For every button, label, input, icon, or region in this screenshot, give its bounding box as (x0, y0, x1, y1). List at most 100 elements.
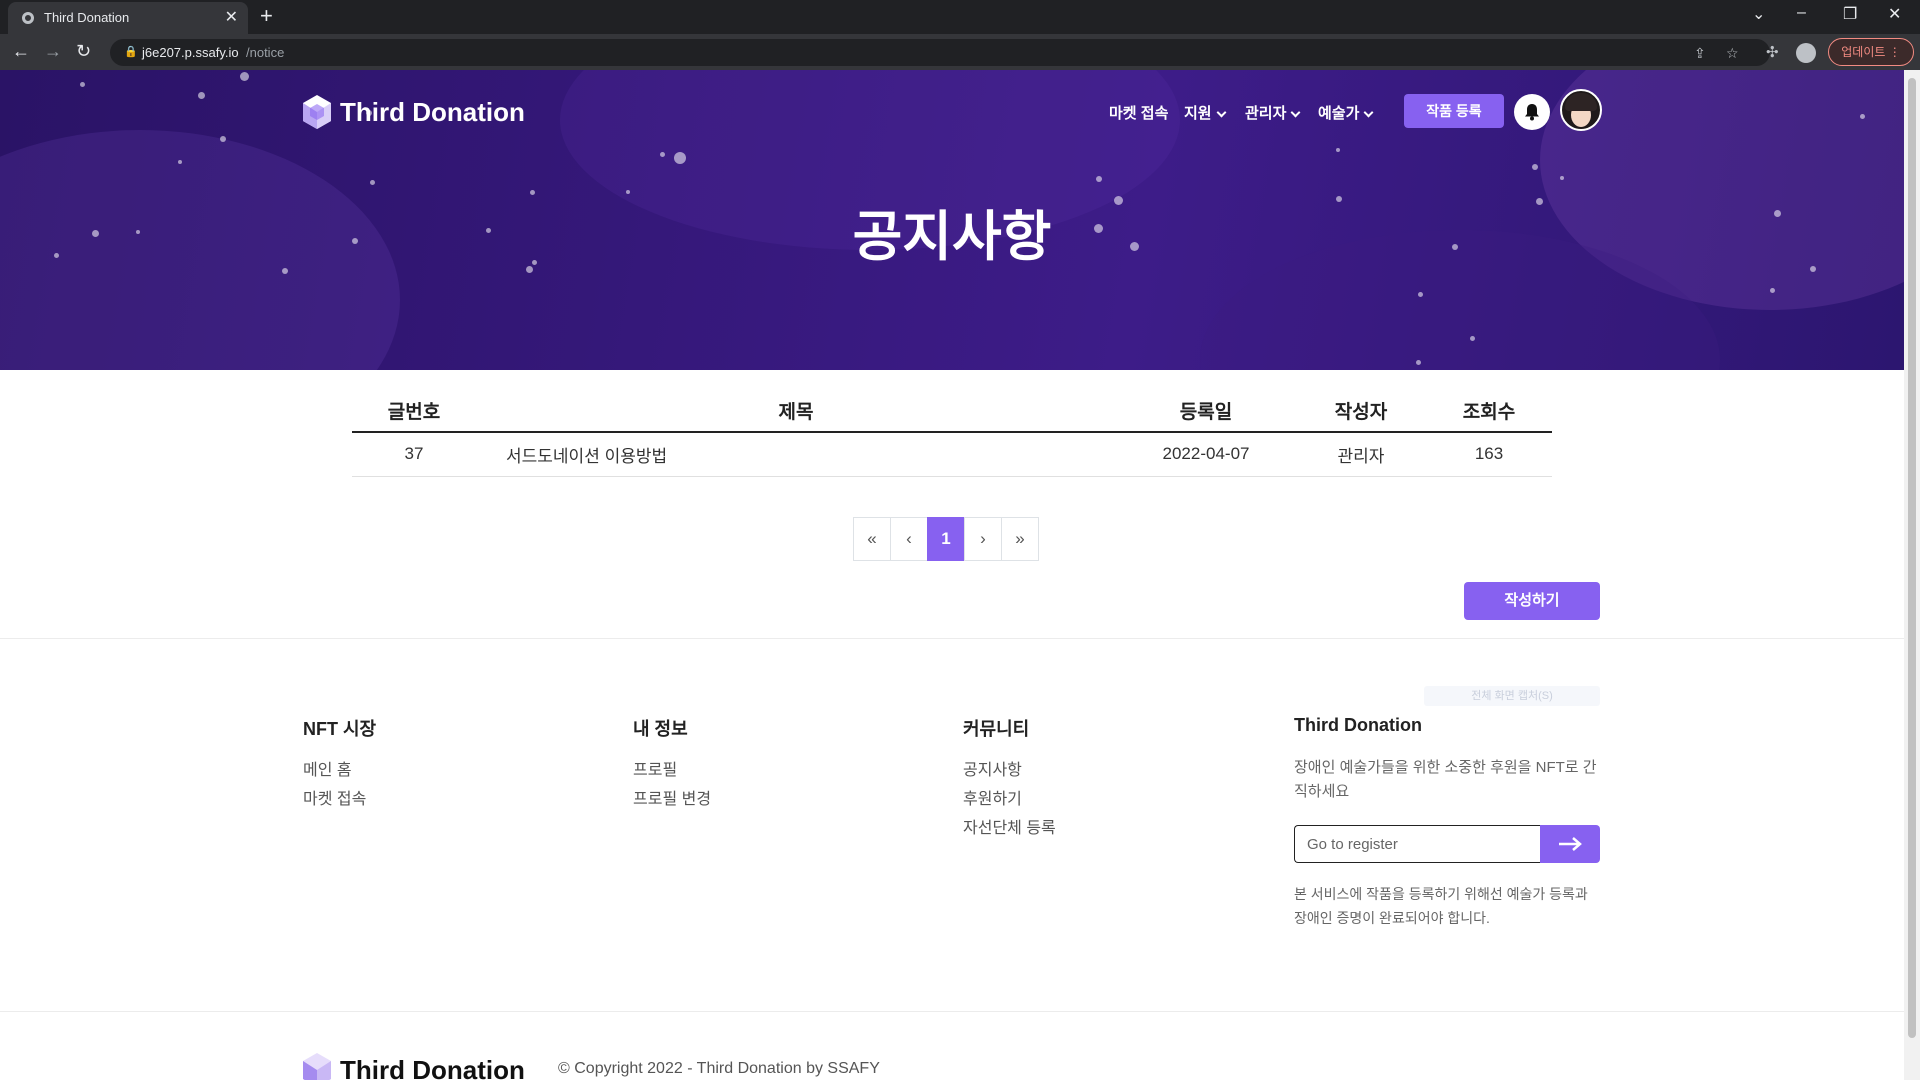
forward-icon[interactable]: → (44, 41, 62, 62)
bell-icon (1525, 104, 1539, 121)
register-input[interactable] (1294, 825, 1540, 863)
prev-page-button[interactable]: ‹ (890, 517, 928, 561)
footer-description: 장애인 예술가들을 위한 소중한 후원을 NFT로 간직하세요 (1294, 759, 1597, 800)
write-button[interactable]: 작성하기 (1464, 582, 1600, 620)
nav-support-label: 지원 (1184, 105, 1212, 122)
footer-link-profile-edit[interactable]: 프로필 변경 (633, 790, 711, 809)
nav-market[interactable]: 마켓 접속 (1109, 102, 1168, 123)
star-dot (1470, 336, 1475, 341)
star-dot (1336, 148, 1340, 152)
star-dot (198, 92, 205, 99)
browser-tab-strip: Third Donation ✕ + ⌄ – ❐ ✕ (0, 0, 1920, 34)
first-page-button[interactable]: « (853, 517, 891, 561)
close-tab-icon[interactable]: ✕ (225, 7, 238, 27)
next-page-button[interactable]: › (964, 517, 1002, 561)
table-row[interactable]: 37 서드도네이션 이용방법 2022-04-07 관리자 163 (352, 432, 1552, 477)
tab-search-icon[interactable]: ⌄ (1752, 4, 1765, 24)
share-icon[interactable]: ⇪ (1694, 45, 1706, 62)
footer-link-market[interactable]: 마켓 접속 (303, 790, 376, 809)
page-title: 공지사항 (852, 207, 1052, 267)
star-dot (1560, 176, 1564, 180)
back-icon[interactable]: ← (12, 41, 30, 62)
close-window-icon[interactable]: ✕ (1888, 4, 1901, 24)
row-title-link[interactable]: 서드도네이션 이용방법 (476, 432, 1116, 477)
new-tab-button[interactable]: + (260, 3, 273, 29)
star-dot (240, 72, 249, 81)
address-bar[interactable]: 🔒 j6e207.p.ssafy.io /notice ⇪ ☆ (110, 39, 1770, 66)
footer-link-notice[interactable]: 공지사항 (963, 761, 1056, 780)
favicon-icon (22, 12, 34, 24)
star-dot (1532, 164, 1538, 170)
star-dot (370, 180, 375, 185)
register-form (1294, 825, 1600, 863)
nav-artist-label: 예술가 (1318, 105, 1360, 122)
register-submit-button[interactable] (1540, 825, 1600, 863)
star-dot (1860, 114, 1865, 119)
footer-col-my-info: 내 정보 프로필 프로필 변경 (633, 715, 711, 819)
lock-icon[interactable]: 🔒 (124, 45, 138, 58)
page-viewport: Third Donation 마켓 접속 지원 관리자 예술가 작품 등록 공지… (0, 70, 1904, 1080)
star-dot (178, 160, 182, 164)
col-header-author: 작성자 (1296, 390, 1426, 433)
faint-overlay-label: 전체 화면 캡처(S) (1424, 686, 1600, 706)
bookmark-star-icon[interactable]: ☆ (1726, 45, 1739, 62)
nav-artist[interactable]: 예술가 (1318, 102, 1374, 123)
footer-heading: 커뮤니티 (963, 719, 1030, 739)
footer-link-main-home[interactable]: 메인 홈 (303, 761, 376, 780)
row-views: 163 (1426, 432, 1552, 477)
logo-text: Third Donation (340, 96, 525, 127)
tab-title: Third Donation (44, 10, 130, 25)
footer-link-profile[interactable]: 프로필 (633, 761, 711, 780)
user-avatar[interactable] (1560, 89, 1602, 131)
footer-col-community: 커뮤니티 공지사항 후원하기 자선단체 등록 (963, 715, 1056, 848)
url-host: j6e207.p.ssafy.io (142, 45, 239, 60)
notification-button[interactable] (1514, 94, 1550, 130)
extensions-icon[interactable]: ✣ (1766, 43, 1779, 61)
footer-note: 본 서비스에 작품을 등록하기 위해선 예술가 등록과 장애인 증명이 완료되어… (1294, 886, 1588, 926)
scrollbar-thumb[interactable] (1908, 78, 1916, 1038)
star-dot (674, 152, 686, 164)
star-dot (1418, 292, 1423, 297)
last-page-button[interactable]: » (1001, 517, 1039, 561)
row-author: 관리자 (1296, 432, 1426, 477)
footer-logo[interactable]: Third Donation (302, 1052, 525, 1080)
table-header-row: 글번호 제목 등록일 작성자 조회수 (352, 390, 1552, 433)
footer-divider (0, 1011, 1904, 1012)
cube-logo-icon (303, 1053, 331, 1080)
footer-heading: 내 정보 (633, 719, 688, 739)
browser-update-button[interactable]: 업데이트 ⋮ (1828, 38, 1914, 66)
chevron-down-icon (1290, 107, 1301, 118)
footer-link-charity-register[interactable]: 자선단체 등록 (963, 819, 1056, 838)
nav-admin[interactable]: 관리자 (1245, 102, 1301, 123)
star-dot (660, 152, 665, 157)
page-1-button[interactable]: 1 (927, 517, 965, 561)
pagination: « ‹ 1 › » (853, 517, 1039, 561)
footer-link-donate[interactable]: 후원하기 (963, 790, 1056, 809)
footer-col-nft-market: NFT 시장 메인 홈 마켓 접속 (303, 715, 376, 819)
section-divider (0, 638, 1904, 639)
footer-heading: Third Donation (1294, 715, 1422, 735)
reload-icon[interactable]: ↻ (76, 41, 91, 62)
footer-heading: NFT 시장 (303, 719, 377, 739)
copyright-text: © Copyright 2022 - Third Donation by SSA… (558, 1060, 880, 1077)
chevron-down-icon (1363, 107, 1374, 118)
browser-toolbar: ← → ↻ 🔒 j6e207.p.ssafy.io /notice ⇪ ☆ ✣ … (0, 34, 1920, 70)
browser-tab[interactable]: Third Donation ✕ (8, 2, 248, 34)
star-dot (220, 136, 226, 142)
url-path: /notice (246, 45, 285, 60)
minimize-icon[interactable]: – (1797, 4, 1806, 22)
row-no: 37 (352, 432, 476, 477)
restore-icon[interactable]: ❐ (1843, 4, 1857, 24)
star-dot (1416, 360, 1421, 365)
site-logo[interactable]: Third Donation (302, 92, 525, 132)
browser-profile-avatar[interactable] (1796, 43, 1816, 63)
nav-support[interactable]: 지원 (1184, 102, 1227, 123)
col-header-date: 등록일 (1116, 390, 1296, 433)
col-header-views: 조회수 (1426, 390, 1552, 433)
avatar-hair (1565, 93, 1597, 111)
col-header-title: 제목 (476, 390, 1116, 433)
footer-col-about: Third Donation 장애인 예술가들을 위한 소중한 후원을 NFT로… (1294, 715, 1604, 804)
page-scrollbar[interactable] (1904, 70, 1920, 1080)
register-artwork-button[interactable]: 작품 등록 (1404, 94, 1504, 128)
nav-admin-label: 관리자 (1245, 105, 1287, 122)
